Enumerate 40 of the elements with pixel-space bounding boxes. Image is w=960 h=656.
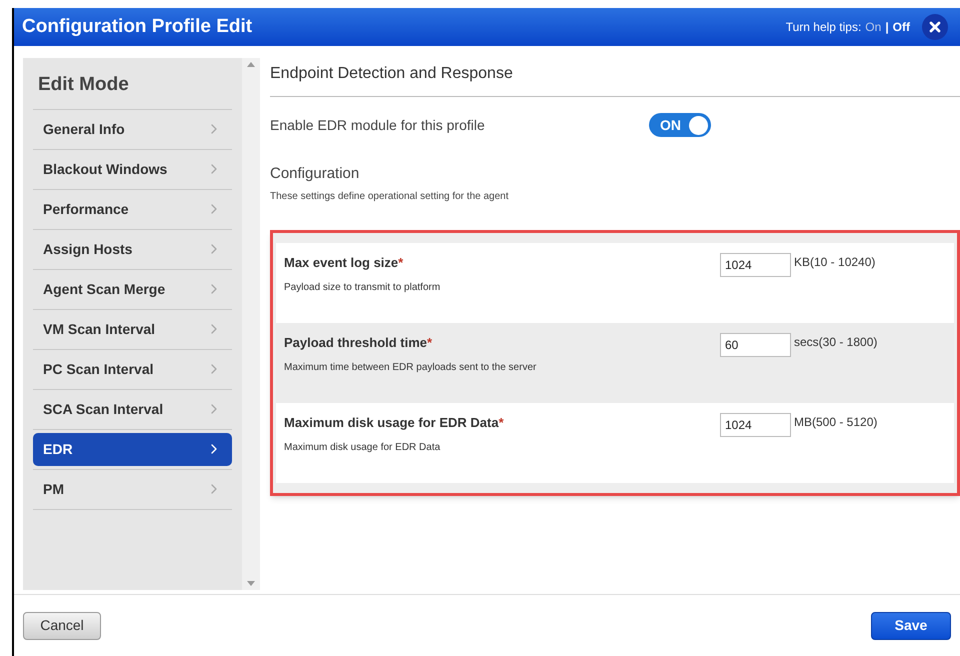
save-button[interactable]: Save (871, 612, 951, 640)
sidebar-item[interactable]: Assign Hosts (33, 232, 232, 266)
setting-input[interactable]: 1024 (720, 412, 791, 436)
setting-label: Payload threshold time* (284, 334, 434, 352)
sidebar-item[interactable]: EDR (33, 432, 232, 466)
sidebar-title: Edit Mode (33, 58, 232, 110)
sidebar-item[interactable]: PC Scan Interval (33, 352, 232, 386)
scroll-up-icon (247, 62, 256, 67)
help-tips-option[interactable]: On (865, 18, 882, 36)
help-tips-option[interactable]: Off (892, 18, 910, 36)
enable-label: Enable EDR module for this profile (270, 116, 486, 135)
help-tips-label: Turn help tips: (786, 19, 862, 36)
setting-input[interactable]: 60 (720, 332, 791, 356)
close-icon (927, 19, 943, 35)
window-title: Configuration Profile Edit (22, 14, 252, 39)
sidebar-item[interactable]: SCA Scan Interval (33, 392, 232, 426)
sidebar-item[interactable]: Blackout Windows (33, 152, 232, 186)
setting-description: Maximum disk usage for EDR Data (284, 441, 442, 455)
setting-range: secs(30 - 1800) (794, 334, 878, 350)
sidebar-item[interactable]: VM Scan Interval (33, 312, 232, 346)
scroll-down-icon (247, 581, 256, 586)
setting-input[interactable]: 1024 (720, 252, 791, 276)
setting-description: Maximum time between EDR payloads sent to the server (284, 361, 538, 375)
enable-toggle[interactable]: ON (649, 113, 711, 137)
configuration-description: These settings define operational setting for the agent (270, 190, 510, 204)
sidebar-item[interactable]: Agent Scan Merge (33, 272, 232, 306)
close-button[interactable] (922, 14, 948, 40)
setting-label: Max event log size* (284, 254, 404, 272)
cancel-button[interactable]: Cancel (23, 612, 101, 640)
section-title: Endpoint Detection and Response (270, 58, 960, 97)
setting-range: MB(500 - 5120) (794, 414, 878, 430)
sidebar-item[interactable]: Performance (33, 192, 232, 226)
separator: | (885, 19, 889, 36)
scrollbar[interactable] (242, 58, 260, 590)
setting-label: Maximum disk usage for EDR Data* (284, 414, 505, 432)
configuration-title: Configuration (270, 164, 360, 184)
setting-description: Payload size to transmit to platform (284, 281, 442, 295)
sidebar-item[interactable]: PM (33, 472, 232, 506)
setting-range: KB(10 - 10240) (794, 254, 876, 270)
sidebar-item[interactable]: General Info (33, 112, 232, 146)
